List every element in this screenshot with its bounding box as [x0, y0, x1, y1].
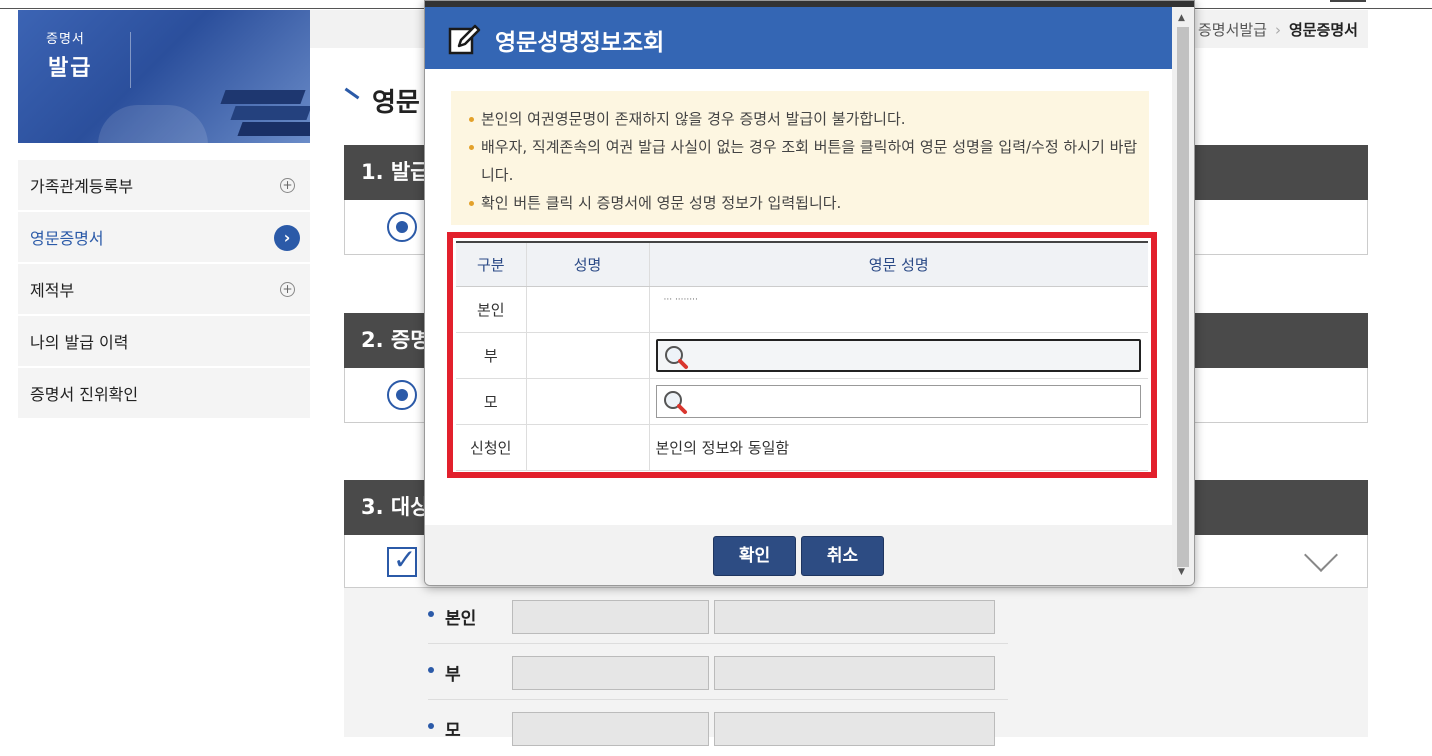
column-header: 영문 성명: [649, 241, 1148, 287]
mother-english-name-search[interactable]: [655, 384, 1141, 418]
row-type: 부: [456, 332, 527, 379]
page-title: 영문: [372, 88, 420, 118]
row-name: [526, 286, 650, 333]
scroll-down-icon[interactable]: ▼: [1178, 567, 1185, 577]
sidebar-item-authenticity-check[interactable]: 증명서 진위확인: [18, 368, 310, 420]
row-type: 신청인: [456, 424, 527, 471]
name-field[interactable]: [512, 656, 709, 690]
english-name-field[interactable]: [714, 656, 995, 690]
sidebar-item-label: 가족관계등록부: [30, 177, 134, 196]
banner-title: 발급: [48, 56, 93, 81]
english-name-table: 구분 성명 영문 성명 본인 ··· ········ 부 모 신청인 본인의 …: [456, 241, 1148, 471]
row-type: 모: [456, 378, 527, 425]
form-row-self: 본인: [428, 588, 1008, 644]
scrollbar-thumb[interactable]: [1177, 27, 1189, 567]
edit-icon: [448, 24, 481, 55]
form-row-label: 부: [445, 665, 461, 685]
dialog-scrollbar[interactable]: ▲ ▼: [1172, 7, 1194, 585]
chevron-down-icon[interactable]: [1304, 538, 1338, 572]
banner-subtitle: 증명서: [46, 32, 85, 47]
sidebar-item-family-register[interactable]: 가족관계등록부 +: [18, 160, 310, 212]
radio-button[interactable]: [387, 212, 417, 242]
sidebar-item-issue-history[interactable]: 나의 발급 이력: [18, 316, 310, 368]
column-header: 구분: [456, 241, 527, 287]
scroll-up-icon[interactable]: ▲: [1178, 13, 1185, 23]
bullet-icon: [428, 611, 434, 617]
dialog-header: 영문성명정보조회: [425, 7, 1172, 69]
target-form: 본인 부 모: [344, 588, 1368, 746]
name-field[interactable]: [512, 600, 709, 634]
sidebar-item-label: 영문증명서: [30, 229, 104, 248]
english-name-field[interactable]: [714, 600, 995, 634]
row-name: [526, 332, 650, 379]
table-row: 본인 ··· ········: [456, 286, 1148, 333]
row-name: [526, 424, 650, 471]
table-row: 신청인 본인의 정보와 동일함: [456, 424, 1148, 471]
top-divider-accent: [1330, 0, 1366, 2]
row-name: [526, 378, 650, 425]
father-english-name-search[interactable]: [655, 338, 1141, 372]
banner-divider: [130, 32, 131, 88]
cancel-button[interactable]: 취소: [801, 536, 884, 576]
sidebar-menu: 가족관계등록부 + 영문증명서 › 제적부 + 나의 발급 이력 증명서 진위확…: [18, 160, 310, 420]
sidebar-banner: 증명서 발급: [18, 10, 310, 143]
form-row-mother: 모: [428, 700, 1008, 756]
english-name-field[interactable]: [714, 712, 995, 746]
notice-item: 배우자, 직계존속의 여권 발급 사실이 없는 경우 조회 버튼을 클릭하여 영…: [469, 133, 1149, 189]
row-english-name-cell: [649, 332, 1148, 379]
row-type: 본인: [456, 286, 527, 333]
banner-book-illustration: [237, 122, 310, 136]
breadcrumb: 증명서발급 › 영문증명서: [1198, 19, 1358, 40]
checkmark-icon: ✓: [393, 543, 417, 576]
arrow-right-icon[interactable]: ›: [274, 225, 300, 251]
title-mark-icon: [344, 87, 360, 100]
name-field[interactable]: [512, 712, 709, 746]
confirm-button[interactable]: 확인: [713, 536, 796, 576]
sidebar-item-label: 제적부: [30, 281, 75, 300]
row-english-name: ··· ········: [649, 286, 1148, 333]
search-icon[interactable]: [662, 389, 688, 415]
form-row-label: 모: [445, 721, 461, 741]
search-icon[interactable]: [663, 344, 689, 370]
row-english-name: 본인의 정보와 동일함: [649, 424, 1148, 471]
notice-item: 확인 버튼 클릭 시 증명서에 영문 성명 정보가 입력됩니다.: [469, 189, 1149, 217]
highlighted-name-table: 구분 성명 영문 성명 본인 ··· ········ 부 모 신청인 본인의 …: [447, 232, 1157, 478]
column-header: 성명: [526, 241, 650, 287]
table-header-row: 구분 성명 영문 성명: [456, 241, 1148, 287]
sidebar-item-label: 나의 발급 이력: [30, 333, 129, 352]
banner-book-illustration: [230, 106, 310, 120]
sidebar-item-removed-register[interactable]: 제적부 +: [18, 264, 310, 316]
breadcrumb-parent[interactable]: 증명서발급: [1198, 21, 1267, 39]
row-english-name-cell: [649, 378, 1148, 425]
form-row-father: 부: [428, 644, 1008, 700]
plus-circle-icon[interactable]: +: [280, 178, 295, 193]
sidebar-item-label: 증명서 진위확인: [30, 385, 139, 404]
bullet-icon: [428, 667, 434, 673]
notice-box: 본인의 여권영문명이 존재하지 않을 경우 증명서 발급이 불가합니다. 배우자…: [451, 91, 1149, 225]
dialog-footer: 확인 취소: [425, 525, 1172, 585]
father-english-name-input[interactable]: [691, 340, 1132, 370]
radio-button[interactable]: [387, 380, 417, 410]
checkbox[interactable]: ✓: [387, 543, 417, 577]
notice-item: 본인의 여권영문명이 존재하지 않을 경우 증명서 발급이 불가합니다.: [469, 105, 1149, 133]
breadcrumb-separator: ›: [1274, 21, 1281, 39]
plus-circle-icon[interactable]: +: [280, 282, 295, 297]
sidebar-item-english-certificate[interactable]: 영문증명서 ›: [18, 212, 310, 264]
dialog-title: 영문성명정보조회: [495, 30, 665, 56]
mother-english-name-input[interactable]: [690, 385, 1131, 417]
breadcrumb-current: 영문증명서: [1288, 21, 1358, 39]
banner-book-illustration: [220, 90, 306, 104]
banner-hand-illustration: [98, 105, 208, 143]
form-row-label: 본인: [445, 609, 477, 629]
table-row: 모: [456, 378, 1148, 425]
table-row: 부: [456, 332, 1148, 379]
bullet-icon: [428, 723, 434, 729]
english-name-lookup-dialog: 영문성명정보조회 ▲ ▼ 본인의 여권영문명이 존재하지 않을 경우 증명서 발…: [424, 0, 1195, 586]
